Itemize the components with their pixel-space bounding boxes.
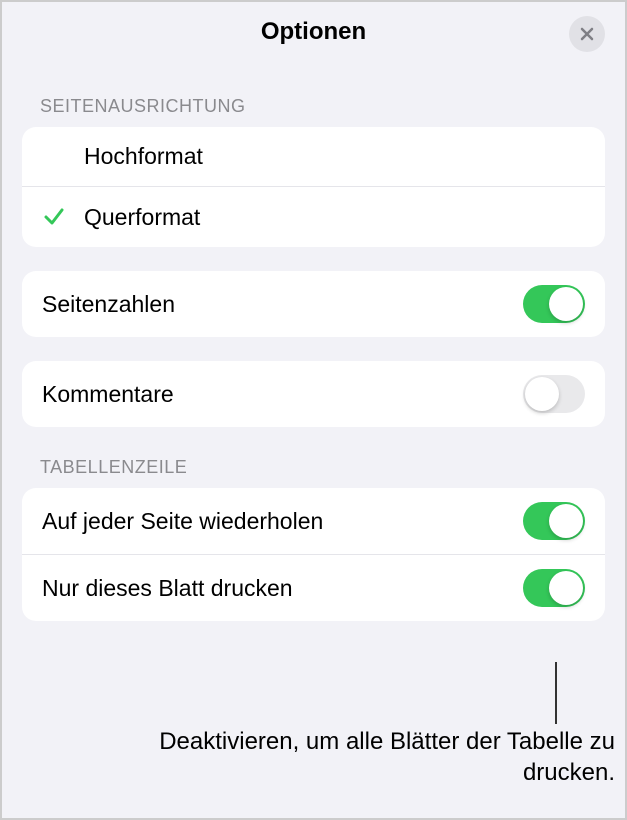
page-numbers-row: Seitenzahlen (22, 271, 605, 337)
comments-group: Kommentare (22, 361, 605, 427)
header: Optionen (2, 2, 625, 62)
toggle-knob (549, 571, 583, 605)
section-header-orientation: Seitenausrichtung (22, 96, 605, 117)
section-header-tablerow: Tabellenzeile (22, 457, 605, 478)
check-space (42, 205, 84, 229)
orientation-landscape-row[interactable]: Querformat (22, 187, 605, 247)
toggle-knob (525, 377, 559, 411)
printsheet-toggle[interactable] (523, 569, 585, 607)
toggle-knob (549, 287, 583, 321)
toggle-knob (549, 504, 583, 538)
callout-text: Deaktivieren, um alle Blätter der Tabell… (155, 726, 615, 788)
close-button[interactable] (569, 16, 605, 52)
page-numbers-toggle[interactable] (523, 285, 585, 323)
header-title: Optionen (261, 18, 366, 46)
checkmark-icon (42, 205, 66, 229)
orientation-portrait-row[interactable]: Hochformat (22, 127, 605, 187)
page-numbers-group: Seitenzahlen (22, 271, 605, 337)
repeat-toggle[interactable] (523, 502, 585, 540)
close-icon (579, 26, 595, 42)
tablerow-group: Auf jeder Seite wiederholen Nur dieses B… (22, 488, 605, 621)
landscape-label: Querformat (84, 204, 585, 231)
content: Seitenausrichtung Hochformat Querformat … (2, 62, 625, 665)
repeat-label: Auf jeder Seite wiederholen (42, 508, 523, 535)
page-numbers-label: Seitenzahlen (42, 291, 523, 318)
printsheet-label: Nur dieses Blatt drucken (42, 575, 523, 602)
orientation-group: Hochformat Querformat (22, 127, 605, 247)
comments-label: Kommentare (42, 381, 523, 408)
repeat-row: Auf jeder Seite wiederholen (22, 488, 605, 555)
printsheet-row: Nur dieses Blatt drucken (22, 555, 605, 621)
comments-toggle[interactable] (523, 375, 585, 413)
comments-row: Kommentare (22, 361, 605, 427)
callout-line (555, 662, 557, 724)
portrait-label: Hochformat (84, 143, 585, 170)
